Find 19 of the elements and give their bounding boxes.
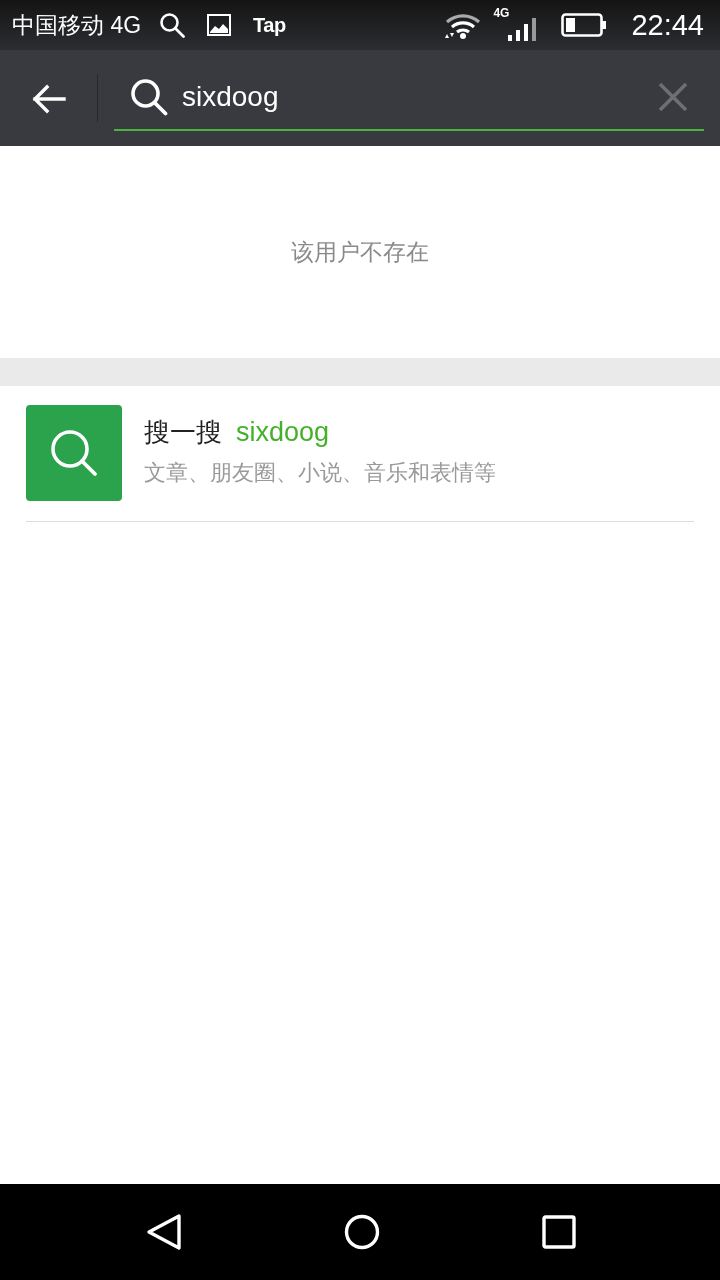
suggestion-title: 搜一搜 (144, 416, 222, 449)
notification-label: Tap (253, 13, 286, 37)
carrier-label: 中国移动 4G (12, 10, 142, 40)
battery-icon (561, 13, 608, 37)
home-circle-icon[interactable] (344, 1214, 380, 1250)
not-found-message: 该用户不存在 (291, 237, 429, 267)
back-triangle-icon[interactable] (146, 1213, 182, 1251)
suggestion-subtitle: 文章、朋友圈、小说、音乐和表情等 (144, 459, 496, 487)
clock-time: 22:44 (631, 8, 704, 42)
back-arrow-icon[interactable] (32, 84, 66, 114)
search-icon (159, 12, 186, 38)
image-icon (207, 14, 232, 36)
search-tile-icon (26, 405, 122, 501)
recents-square-icon[interactable] (542, 1215, 576, 1249)
suggestion-query: sixdoog (236, 417, 330, 448)
search-icon (130, 78, 168, 116)
network-type-label: 4G (493, 7, 510, 19)
search-input[interactable]: sixdoog (182, 77, 658, 117)
search-suggestion-item[interactable]: 搜一搜 sixdoog 文章、朋友圈、小说、音乐和表情等 (26, 386, 694, 522)
